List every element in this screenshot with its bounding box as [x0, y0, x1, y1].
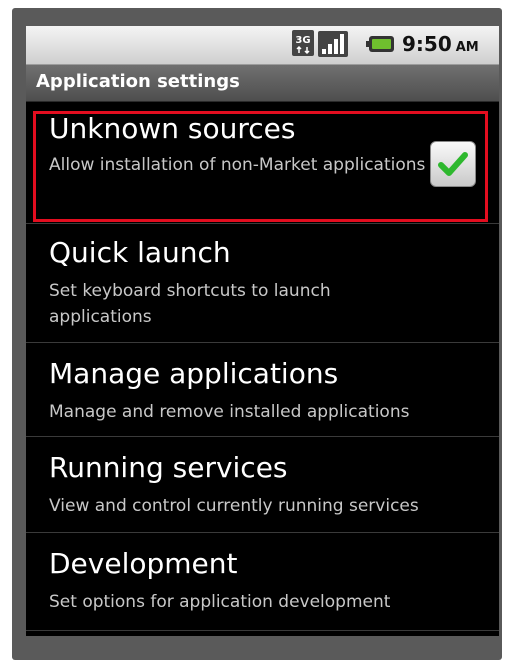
highlight-box [33, 111, 488, 222]
svg-text:3G: 3G [295, 35, 310, 46]
clock-ampm: AM [455, 40, 479, 55]
status-bar: 3G 9:50 AM [26, 26, 499, 65]
setting-title: Quick launch [49, 236, 231, 269]
3g-network-icon: 3G [292, 30, 314, 56]
setting-summary: Manage and remove installed applications [49, 402, 410, 422]
status-clock: 9:50 AM [402, 32, 479, 56]
setting-title: Running services [49, 451, 288, 484]
setting-summary: Set keyboard shortcuts to launch applica… [49, 281, 331, 327]
setting-title: Development [49, 547, 238, 580]
signal-icon [318, 31, 348, 57]
title-bar: Application settings [26, 65, 499, 102]
setting-summary: View and control currently running servi… [49, 496, 419, 516]
phone-screen: 3G 9:50 AM Application settings Unknown s… [26, 26, 499, 636]
battery-icon [366, 36, 394, 52]
page-title: Application settings [36, 71, 240, 92]
setting-summary: Set options for application development [49, 592, 391, 612]
setting-quick-launch[interactable]: Quick launch Set keyboard shortcuts to l… [26, 224, 499, 343]
setting-development[interactable]: Development Set options for application … [26, 533, 499, 631]
setting-running-services[interactable]: Running services View and control curren… [26, 437, 499, 533]
setting-manage-applications[interactable]: Manage applications Manage and remove in… [26, 343, 499, 437]
setting-title: Manage applications [49, 357, 339, 390]
clock-time: 9:50 [402, 32, 452, 56]
